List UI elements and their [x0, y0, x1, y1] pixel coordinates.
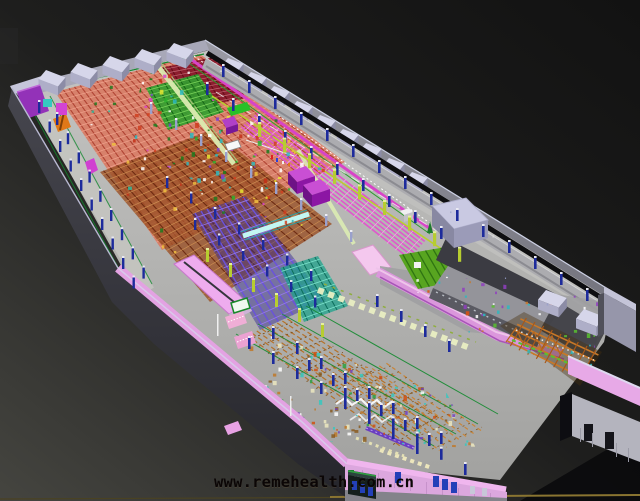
- factory-3d-render: [0, 0, 640, 501]
- east-end-wall-shade: [598, 293, 604, 337]
- annex-gap-shadow: [560, 392, 572, 441]
- render-viewport: www.remehealth.com.cn: [0, 0, 640, 501]
- watermark: www.remehealth.com.cn: [214, 473, 434, 491]
- background-haze: [0, 28, 18, 64]
- rooftop-white-unit: [414, 262, 421, 268]
